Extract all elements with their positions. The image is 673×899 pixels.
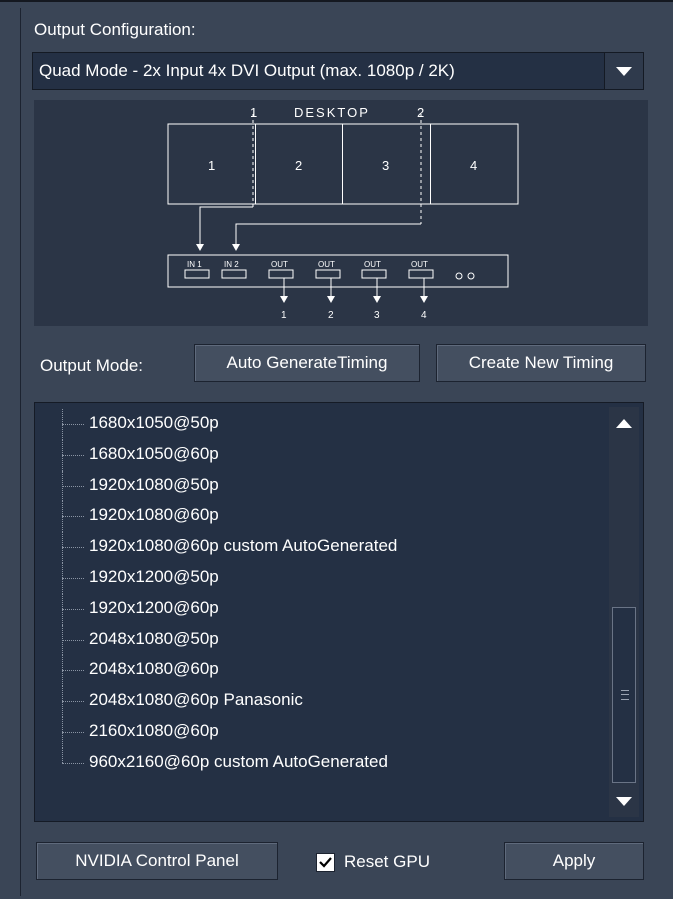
tree-connector bbox=[62, 547, 84, 549]
list-item[interactable]: 1920x1080@60p bbox=[35, 501, 605, 533]
list-item[interactable]: 2048x1080@50p bbox=[35, 624, 605, 656]
list-item[interactable]: 1680x1050@60p bbox=[35, 439, 605, 471]
list-item-label: 960x2160@60p custom AutoGenerated bbox=[89, 751, 388, 771]
output-port bbox=[361, 269, 387, 279]
screen-label: 1 bbox=[208, 158, 215, 173]
arrow-down-icon bbox=[232, 244, 240, 251]
scrollbar-thumb[interactable] bbox=[612, 607, 636, 783]
list-item[interactable]: 1920x1080@50p bbox=[35, 470, 605, 502]
quad-mode-diagram: 1 DESKTOP 2 1 2 3 4 IN 1 IN 2 OUT OUT OU… bbox=[34, 100, 648, 326]
timing-list-scrollbar[interactable] bbox=[609, 407, 639, 817]
timing-list[interactable]: 1680x1050@50p 1680x1050@60p 1920x1080@50p 1… bbox=[34, 402, 644, 822]
output-number: 1 bbox=[281, 310, 287, 321]
output-port bbox=[268, 269, 294, 279]
list-item-label: 1920x1200@50p bbox=[89, 566, 219, 586]
output-port bbox=[408, 269, 434, 279]
diagram-marker-1: 1 bbox=[250, 105, 257, 120]
input-1-arrow-line bbox=[199, 206, 253, 248]
nvidia-control-panel-button[interactable]: NVIDIA Control Panel bbox=[36, 842, 278, 880]
create-new-timing-button[interactable]: Create New Timing bbox=[436, 344, 646, 382]
list-item[interactable]: 2048x1080@60p bbox=[35, 655, 605, 687]
list-item[interactable]: 1920x1200@50p bbox=[35, 562, 605, 594]
output-configuration-value: Quad Mode - 2x Input 4x DVI Output (max.… bbox=[39, 61, 455, 80]
tree-connector bbox=[62, 516, 84, 518]
tree-connector bbox=[62, 701, 84, 703]
list-item-label: 1920x1080@60p custom AutoGenerated bbox=[89, 536, 398, 556]
grip-icon bbox=[621, 690, 629, 700]
diagram-desktop-label: DESKTOP bbox=[294, 105, 370, 120]
tree-connector bbox=[62, 639, 84, 641]
arrow-down-icon bbox=[327, 296, 335, 303]
window-top-border bbox=[0, 0, 673, 2]
arrow-down-icon bbox=[420, 296, 428, 303]
list-item[interactable]: 1920x1200@60p bbox=[35, 593, 605, 625]
output-number: 2 bbox=[328, 310, 334, 321]
scroll-up-arrow-icon[interactable] bbox=[609, 409, 639, 439]
tree-connector bbox=[62, 454, 84, 456]
list-item-label: 1920x1200@60p bbox=[89, 597, 219, 617]
checkmark-icon bbox=[319, 857, 332, 868]
reset-gpu-label[interactable]: Reset GPU bbox=[344, 852, 430, 872]
input-port bbox=[184, 269, 210, 279]
quad-mode-diagram-graphic: 1 DESKTOP 2 1 2 3 4 IN 1 IN 2 OUT OUT OU… bbox=[167, 105, 519, 321]
apply-button[interactable]: Apply bbox=[504, 842, 644, 880]
diagram-marker-2: 2 bbox=[417, 105, 424, 120]
tree-connector bbox=[62, 608, 84, 610]
timing-list-items: 1680x1050@50p 1680x1050@60p 1920x1080@50p 1… bbox=[35, 409, 605, 779]
list-item-label: 1920x1080@60p bbox=[89, 505, 219, 525]
list-item-label: 2160x1080@60p bbox=[89, 720, 219, 740]
list-item-label: 1680x1050@50p bbox=[89, 413, 219, 432]
input-label: IN 1 bbox=[187, 260, 202, 269]
output-label: OUT bbox=[318, 260, 335, 269]
scroll-down-arrow-icon[interactable] bbox=[609, 787, 639, 817]
list-item[interactable]: 960x2160@60p custom AutoGenerated bbox=[35, 747, 605, 779]
screen-label: 4 bbox=[470, 158, 477, 173]
led-icon bbox=[455, 272, 463, 280]
hardware-box bbox=[167, 254, 509, 288]
output-configuration-select[interactable]: Quad Mode - 2x Input 4x DVI Output (max.… bbox=[32, 52, 644, 90]
tree-connector bbox=[62, 485, 84, 487]
list-item[interactable]: 2048x1080@60p Panasonic bbox=[35, 686, 605, 717]
input-port bbox=[221, 269, 247, 279]
list-item-label: 2048x1080@50p bbox=[89, 628, 219, 648]
tree-connector bbox=[62, 762, 84, 764]
screen-label: 2 bbox=[295, 158, 302, 173]
output-port bbox=[315, 269, 341, 279]
output-configuration-label: Output Configuration: bbox=[34, 20, 196, 39]
list-item-label: 1920x1080@50p bbox=[89, 474, 219, 494]
led-icon bbox=[467, 272, 475, 280]
tree-connector bbox=[62, 577, 84, 579]
input-2-arrow-line bbox=[235, 223, 421, 248]
arrow-down-icon bbox=[280, 296, 288, 303]
tree-connector bbox=[62, 747, 63, 763]
list-item-label: 2048x1080@60p bbox=[89, 659, 219, 679]
output-number: 4 bbox=[421, 310, 427, 321]
arrow-down-icon bbox=[373, 296, 381, 303]
chevron-down-icon[interactable] bbox=[604, 53, 643, 89]
list-item[interactable]: 1920x1080@60p custom AutoGenerated bbox=[35, 532, 605, 563]
output-number: 3 bbox=[374, 310, 380, 321]
reset-gpu-checkbox[interactable] bbox=[316, 853, 335, 872]
output-mode-label: Output Mode: bbox=[40, 356, 144, 375]
tree-connector bbox=[62, 731, 84, 733]
screen-label: 3 bbox=[382, 158, 389, 173]
list-item[interactable]: 2160x1080@60p bbox=[35, 716, 605, 748]
tree-connector bbox=[62, 670, 84, 672]
arrow-down-icon bbox=[196, 244, 204, 251]
list-item[interactable]: 1680x1050@50p bbox=[35, 409, 605, 440]
list-item-label: 2048x1080@60p Panasonic bbox=[89, 690, 303, 710]
list-item-label: 1680x1050@60p bbox=[89, 443, 219, 463]
output-label: OUT bbox=[364, 260, 381, 269]
auto-generate-timing-button[interactable]: Auto GenerateTiming bbox=[194, 344, 420, 382]
input-label: IN 2 bbox=[224, 260, 239, 269]
tree-connector bbox=[62, 424, 84, 425]
output-label: OUT bbox=[411, 260, 428, 269]
output-label: OUT bbox=[271, 260, 288, 269]
